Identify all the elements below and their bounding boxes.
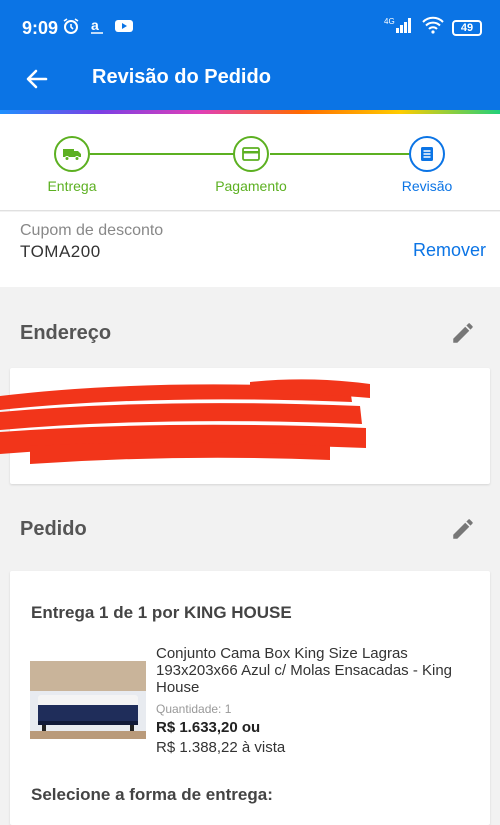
pencil-icon[interactable] (450, 320, 476, 346)
top-bar: 9:09 a 4G 49 Revisão do Pedido (0, 0, 500, 110)
product-quantity: Quantidade: 1 (156, 702, 232, 716)
address-card[interactable] (0, 368, 490, 484)
redaction-scribble (0, 379, 370, 464)
checkout-stepper: Entrega Pagamento Revisão (0, 114, 500, 211)
status-left-icons: a (62, 17, 134, 40)
step-revisao[interactable]: Revisão (367, 136, 487, 194)
page-title: Revisão do Pedido (92, 66, 271, 88)
coupon-code: TOMA200 (20, 242, 101, 261)
truck-icon (54, 136, 90, 172)
address-header: Endereço (0, 312, 500, 362)
product-price: R$ 1.633,20 ou (156, 719, 261, 736)
youtube-icon (114, 18, 134, 39)
step-entrega[interactable]: Entrega (12, 136, 132, 194)
pencil-icon[interactable] (450, 516, 476, 542)
svg-text:a: a (91, 17, 99, 33)
step-pagamento[interactable]: Pagamento (191, 136, 311, 194)
battery-icon: 49 (452, 19, 482, 36)
svg-text:4G: 4G (384, 17, 395, 26)
wifi-icon (422, 16, 444, 39)
product-cash-price: R$ 1.388,22 à vista (156, 739, 286, 756)
order-card: Entrega 1 de 1 por KING HOUSE Conjunto C… (10, 571, 490, 825)
step-label: Entrega (47, 178, 97, 194)
product-name[interactable]: Conjunto Cama Box King Size Lagras 193x2… (156, 645, 476, 696)
step-label: Pagamento (215, 178, 287, 194)
card-icon (233, 136, 269, 172)
status-time: 9:09 (22, 18, 59, 38)
shipping-prompt: Selecione a forma de entrega: (31, 785, 273, 804)
order-header: Pedido (0, 508, 500, 558)
address-title: Endereço (20, 322, 112, 344)
step-label: Revisão (401, 178, 453, 194)
delivery-header: Entrega 1 de 1 por KING HOUSE (31, 603, 292, 622)
alarm-icon (62, 17, 80, 40)
order-title: Pedido (20, 518, 87, 540)
status-bar: 9:09 a 4G 49 (0, 0, 500, 56)
status-right-icons: 4G 49 (384, 16, 482, 39)
remove-coupon-button[interactable]: Remover (413, 240, 486, 261)
signal-icon: 4G (384, 16, 414, 39)
amazon-icon: a (90, 17, 104, 40)
coupon-section: Cupom de desconto TOMA200 Remover (0, 212, 500, 287)
arrow-left-icon[interactable] (24, 66, 50, 92)
product-image[interactable] (30, 661, 146, 739)
coupon-caption: Cupom de desconto (20, 222, 164, 239)
document-icon (409, 136, 445, 172)
